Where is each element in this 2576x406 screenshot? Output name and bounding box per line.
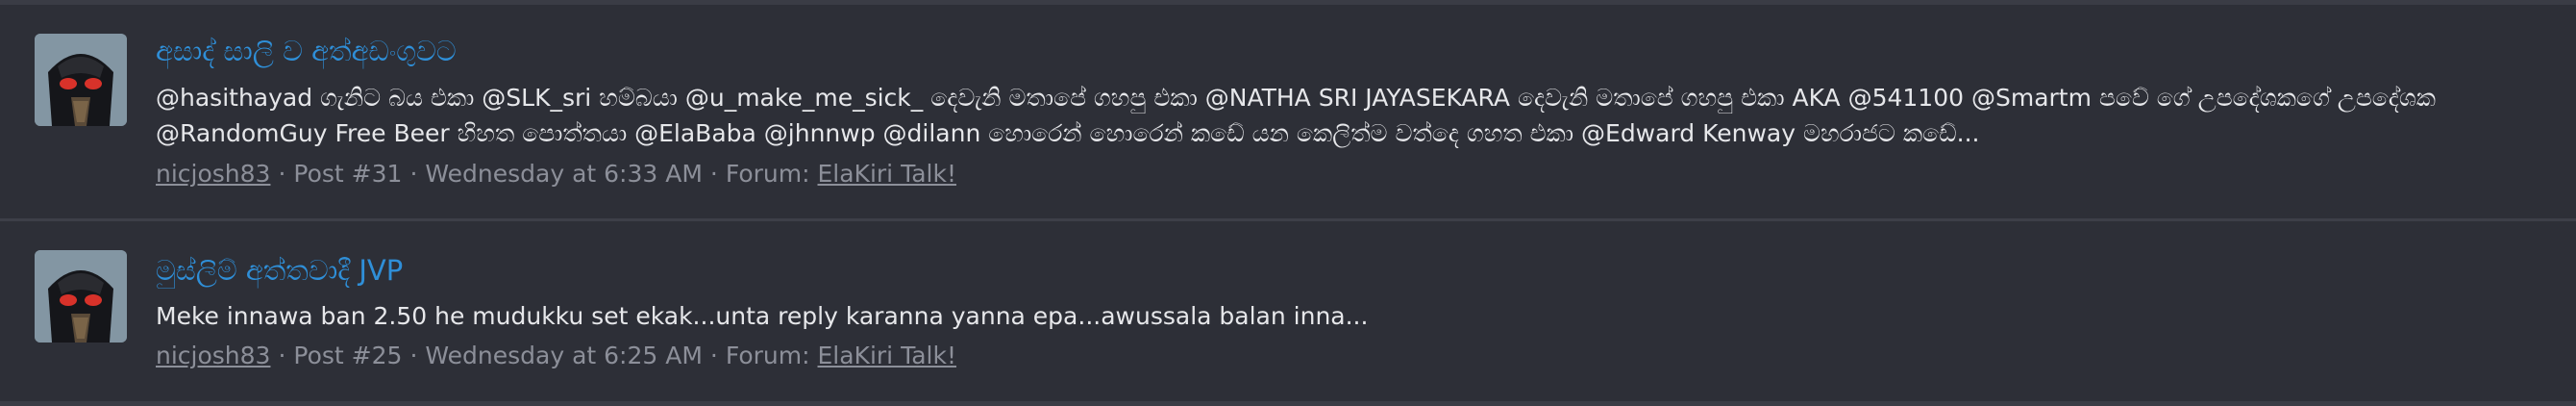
post-meta: nicjosh83 · Post #25 · Wednesday at 6:25 AM ·… <box>156 341 956 371</box>
meta-separator: · <box>409 342 418 369</box>
post-time: Wednesday at 6:25 AM <box>425 342 703 369</box>
post-number: Post #25 <box>293 342 403 369</box>
snippet-line: @hasithayad ගැනිට බය එකා @SLK_sri හම්බයා… <box>156 84 2437 112</box>
post-snippet: Meke innawa ban 2.50 he mudukku set ekak… <box>156 298 2539 334</box>
avatar[interactable] <box>35 250 127 343</box>
meta-separator: · <box>409 160 418 188</box>
post-time: Wednesday at 6:33 AM <box>425 160 703 188</box>
meta-separator: · <box>709 342 718 369</box>
snippet-line: Meke innawa ban 2.50 he mudukku set ekak… <box>156 302 1369 330</box>
search-result: මුස්ලිම් අත්තවාදී JVP Meke innawa ban 2.… <box>0 221 2576 401</box>
forum-link[interactable]: ElaKiri Talk! <box>818 160 956 188</box>
helmet-avatar-icon <box>35 250 127 343</box>
author-link[interactable]: nicjosh83 <box>156 342 270 369</box>
post-number: Post #31 <box>293 160 403 188</box>
author-link[interactable]: nicjosh83 <box>156 160 270 188</box>
thread-title-link[interactable]: අසාද් සාලි ව අත්අඩංගුවට <box>156 34 457 68</box>
avatar[interactable] <box>35 34 127 126</box>
forum-label: Forum: <box>725 160 810 188</box>
helmet-avatar-icon <box>35 34 127 126</box>
search-result: අසාද් සාලි ව අත්අඩංගුවට @hasithayad ගැනි… <box>0 5 2576 218</box>
meta-separator: · <box>278 160 286 188</box>
search-results-list: අසාද් සාලි ව අත්අඩංගුවට @hasithayad ගැනි… <box>0 0 2576 406</box>
meta-separator: · <box>709 160 718 188</box>
bottom-divider <box>0 401 2576 406</box>
post-meta: nicjosh83 · Post #31 · Wednesday at 6:33 AM ·… <box>156 159 956 190</box>
thread-title-link[interactable]: මුස්ලිම් අත්තවාදී JVP <box>156 253 403 288</box>
meta-separator: · <box>278 342 286 369</box>
snippet-line: @RandomGuy Free Beer හිහත පොත්තයා @ElaBa… <box>156 119 1980 147</box>
forum-link[interactable]: ElaKiri Talk! <box>818 342 956 369</box>
forum-label: Forum: <box>725 342 810 369</box>
post-snippet: @hasithayad ගැනිට බය එකා @SLK_sri හම්බයා… <box>156 80 2539 151</box>
